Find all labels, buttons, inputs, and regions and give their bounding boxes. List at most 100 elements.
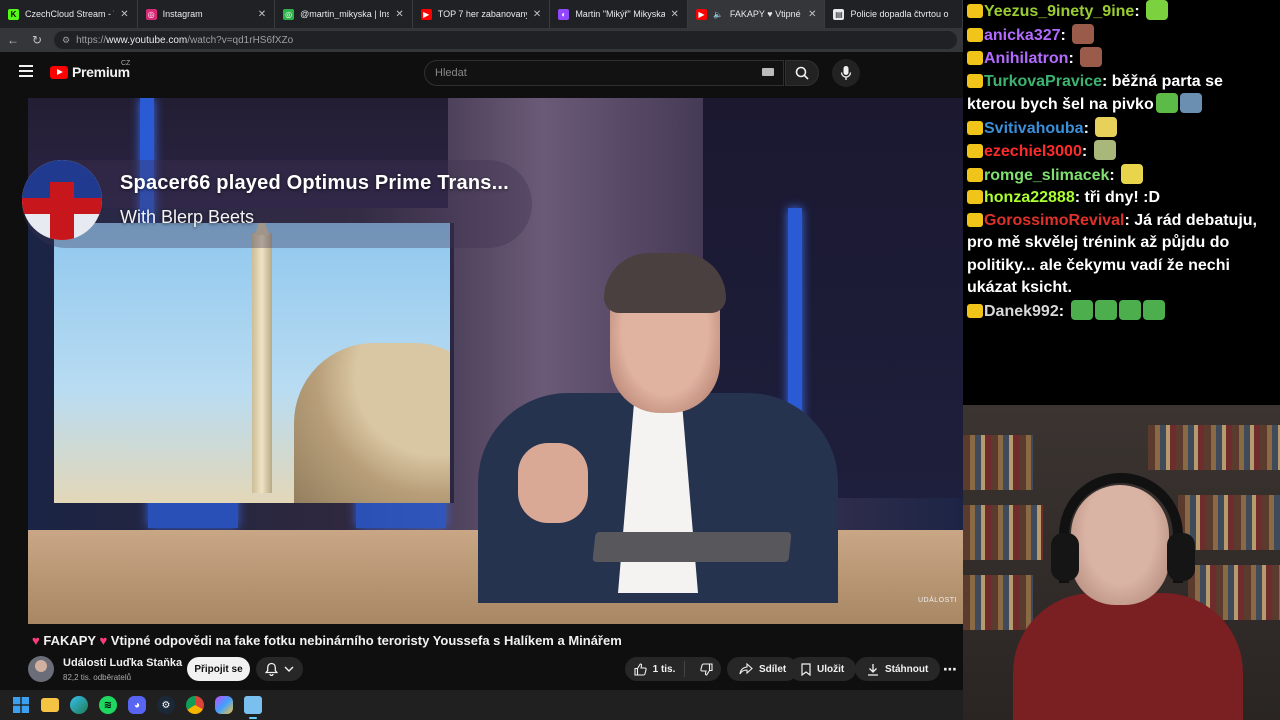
sub-badge-icon [967, 73, 983, 88]
chat-username[interactable]: anicka327 [984, 27, 1061, 44]
chat-username[interactable]: GorossimoRevival [984, 212, 1125, 229]
alert-subtitle: With Blerp Beets [120, 207, 255, 227]
join-button[interactable]: Připojit se [187, 657, 250, 681]
youtube-play-logo-icon [50, 65, 68, 79]
emote-icon [1155, 93, 1178, 113]
edge-icon[interactable] [70, 696, 88, 714]
reload-icon[interactable]: ↻ [30, 33, 44, 47]
chat-username[interactable]: Anihilatron [984, 50, 1068, 67]
chat-username[interactable]: TurkovaPravice [984, 73, 1102, 90]
chrome-icon[interactable] [186, 696, 204, 714]
sub-badge-icon [967, 51, 983, 65]
background-screen-image [54, 223, 454, 503]
kick-icon: K [8, 8, 19, 20]
emote-icon [1095, 116, 1118, 137]
emote-icon [1142, 299, 1165, 320]
bell-icon [265, 662, 278, 676]
speaker-icon[interactable]: 🔈 [713, 9, 724, 20]
chat-message: Yeezus_9inety_9ine: [967, 0, 1280, 24]
sub-badge-icon [967, 27, 983, 42]
search-button[interactable] [785, 60, 819, 86]
dislike-button[interactable] [691, 662, 721, 676]
steam-icon[interactable]: ⚙ [157, 696, 175, 714]
chat-message: honza22888: tři dny! :D [967, 187, 1280, 210]
browser-tab-active[interactable]: ▶🔈FAKAPY ♥ Vtipné odp✕ [687, 0, 826, 28]
sub-badge-icon [967, 167, 983, 182]
share-button[interactable]: Sdílet [727, 657, 799, 681]
close-tab-icon[interactable]: ✕ [120, 9, 128, 20]
sub-badge-icon [967, 212, 983, 227]
sub-badge-icon [967, 190, 983, 204]
notepad-icon[interactable] [244, 696, 262, 719]
chat-message: GorossimoRevival: Já rád debatuju, pro m… [967, 211, 1257, 296]
channel-name[interactable]: Události Luďka Staňka [63, 657, 182, 669]
keyboard-icon[interactable] [762, 68, 774, 76]
like-dislike-group: 1 tis. [625, 657, 721, 681]
sub-badge-icon [967, 120, 983, 135]
heart-icon: ♥ [32, 633, 40, 648]
site-info-icon[interactable]: ⚙ [62, 35, 70, 46]
close-tab-icon[interactable]: ✕ [258, 9, 266, 20]
chat-username[interactable]: Danek992 [984, 303, 1059, 320]
instagram-icon: ◎ [145, 8, 157, 20]
file-explorer-icon[interactable] [41, 698, 59, 712]
share-icon [739, 663, 753, 675]
emote-icon [1080, 47, 1103, 67]
spotify-icon[interactable]: ≋ [99, 696, 117, 714]
thumbs-down-icon [699, 662, 713, 676]
emote-icon [1121, 163, 1144, 184]
chevron-down-icon [284, 666, 294, 672]
chat-message: Danek992: [967, 299, 1280, 324]
download-icon [868, 663, 878, 676]
emote-icon [1093, 140, 1116, 160]
youtube-logo[interactable]: Premium CZ [50, 60, 130, 80]
discord-icon[interactable]: ◕ [128, 696, 146, 714]
browser-tab[interactable]: ▶TOP 7 her zabanovaných na S✕ [413, 0, 551, 28]
close-tab-icon[interactable]: ✕ [395, 9, 403, 20]
download-button[interactable]: Stáhnout [855, 657, 941, 681]
chat-message: romge_slimacek: [967, 163, 1280, 188]
close-tab-icon[interactable]: ✕ [808, 9, 816, 20]
youtube-header: Premium CZ Hledat [0, 52, 963, 92]
chat-message: Svitivahouba: [967, 116, 1280, 141]
chat-username[interactable]: ezechiel3000 [984, 143, 1082, 160]
chat-username[interactable]: Svitivahouba [984, 120, 1084, 137]
sub-badge-icon [967, 303, 983, 318]
windows-start-icon[interactable] [12, 696, 30, 714]
chat-username[interactable]: honza22888 [984, 189, 1075, 206]
url-field[interactable]: ⚙ https://www.youtube.com/watch?v=qd1rHS… [54, 31, 957, 49]
search-icon [795, 66, 809, 80]
copilot-icon[interactable] [215, 696, 233, 714]
browser-tab[interactable]: ◎ Instagram ✕ [138, 0, 276, 28]
sub-badge-icon [967, 4, 983, 18]
browser-tab[interactable]: ◐Martin "Mikýř" Mikyska | MÚ✕ [550, 0, 688, 28]
youtube-icon: ▶ [695, 8, 707, 20]
screen: KCzechCloud Stream - Watch t✕ ◎Instagram… [0, 0, 1280, 720]
save-button[interactable]: Uložit [789, 657, 857, 681]
notifications-button[interactable] [256, 657, 303, 681]
chat-message: TurkovaPravice: běžná parta se kterou by… [967, 72, 1223, 113]
back-arrow-icon[interactable]: ← [6, 33, 20, 47]
channel-avatar[interactable] [28, 656, 54, 682]
bookmark-icon [801, 662, 811, 676]
emote-icon [1118, 299, 1141, 320]
chat-username[interactable]: romge_slimacek [984, 167, 1109, 184]
close-tab-icon[interactable]: ✕ [671, 9, 679, 20]
news-icon: ▤ [833, 8, 845, 20]
browser-tab[interactable]: ▤ Policie dopadla čtvrtou o [825, 0, 963, 28]
voice-search-button[interactable] [832, 59, 860, 87]
more-actions-icon[interactable]: ⋯ [938, 657, 962, 681]
browser-tab[interactable]: KCzechCloud Stream - Watch t✕ [0, 0, 138, 28]
close-tab-icon[interactable]: ✕ [533, 9, 541, 20]
search-input[interactable]: Hledat [424, 60, 784, 86]
browser-tab[interactable]: ◎@martin_mikyska | Instagram✕ [275, 0, 413, 28]
chat-username[interactable]: Yeezus_9inety_9ine [984, 3, 1134, 20]
instagram-icon: ◎ [283, 8, 295, 20]
menu-icon[interactable] [19, 65, 33, 77]
like-button[interactable]: 1 tis. [625, 661, 686, 677]
emote-icon [1072, 23, 1095, 44]
streamer-webcam [963, 405, 1280, 720]
alert-avatar [22, 160, 102, 240]
tablet-on-desk [592, 532, 792, 562]
emote-icon [1179, 93, 1202, 113]
